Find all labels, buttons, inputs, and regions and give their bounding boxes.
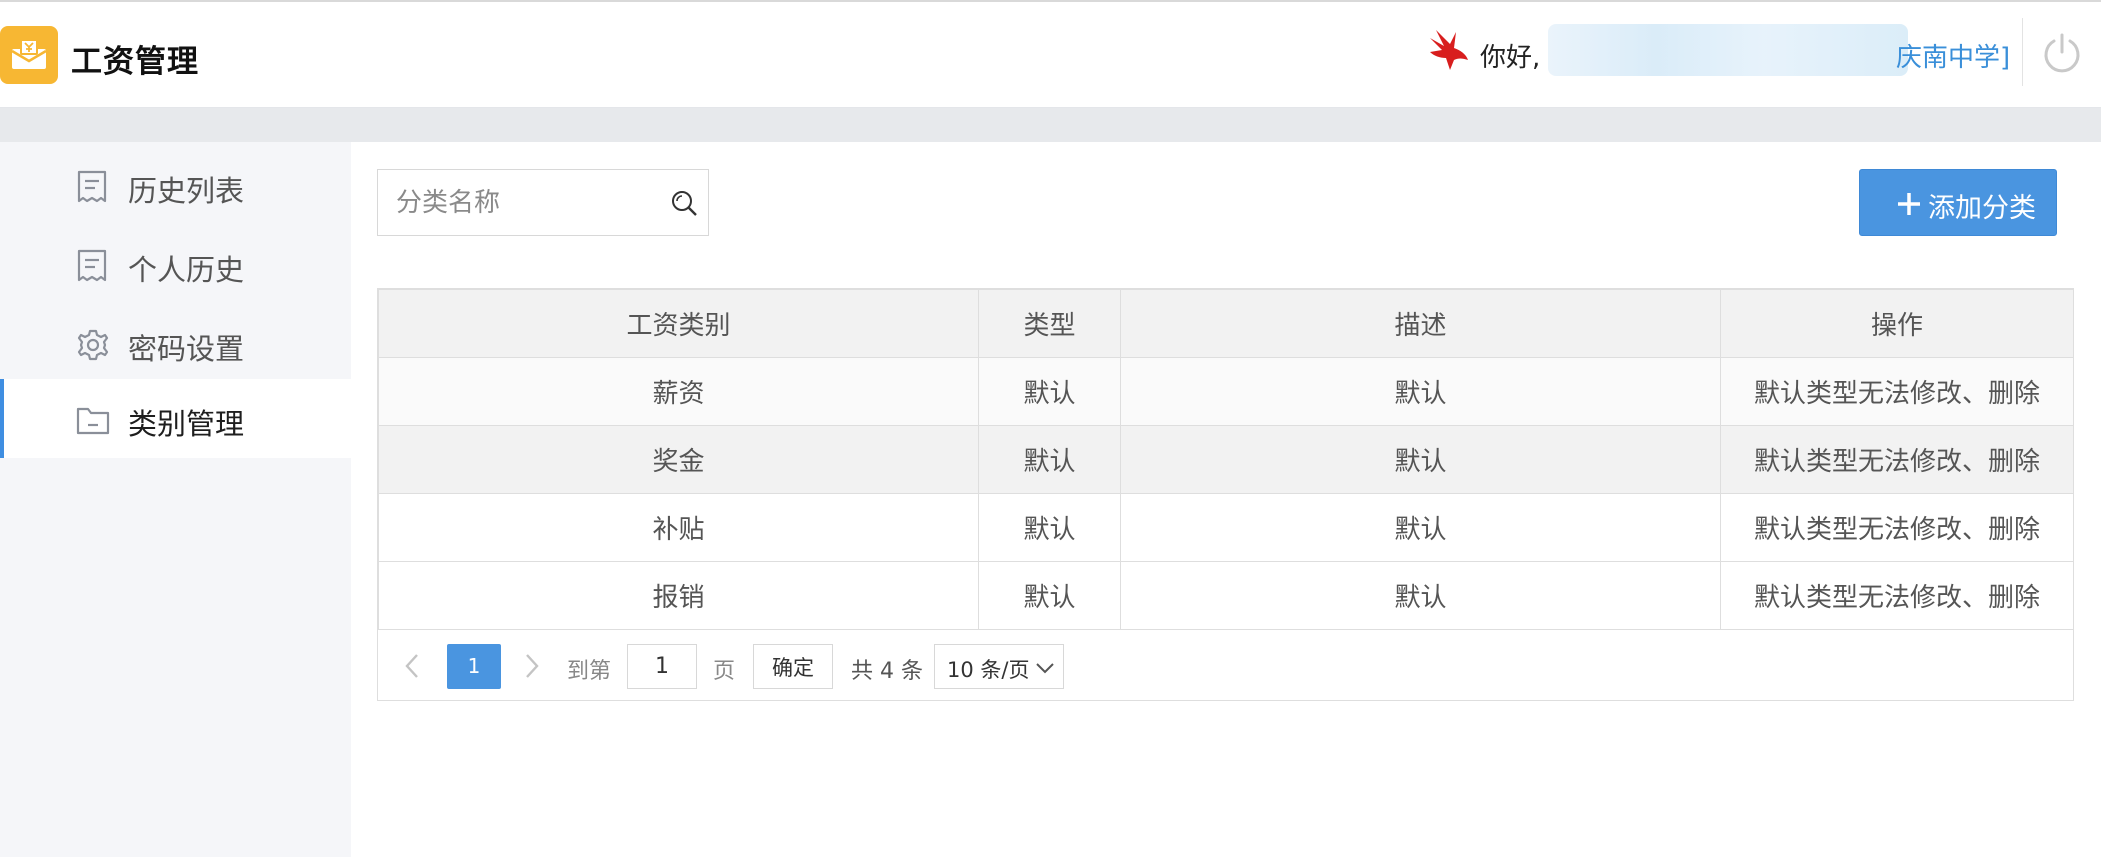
folder-icon	[76, 407, 110, 435]
cell-category: 薪资	[378, 357, 979, 426]
goto-page-input[interactable]	[627, 644, 697, 689]
school-name: 庆南中学]	[1896, 43, 2011, 73]
receipt-icon	[77, 170, 107, 203]
chevron-left-icon[interactable]	[404, 653, 420, 679]
sidebar-item-label: 类别管理	[128, 407, 245, 441]
cell-description: 默认	[1120, 425, 1721, 494]
column-header-actions: 操作	[1720, 289, 2074, 358]
column-header-description: 描述	[1120, 289, 1721, 358]
goto-confirm-button[interactable]: 确定	[753, 644, 833, 689]
page-label: 页	[713, 659, 736, 684]
table-row: 奖金 默认 默认 默认类型无法修改、删除	[378, 425, 2074, 494]
category-search-input[interactable]	[396, 184, 646, 222]
table-row: 补贴 默认 默认 默认类型无法修改、删除	[378, 493, 2074, 562]
cell-actions: 默认类型无法修改、删除	[1720, 493, 2074, 562]
sidebar-item-personal-history[interactable]: 个人历史	[0, 225, 351, 304]
app-logo[interactable]	[0, 26, 58, 84]
total-count: 共 4 条	[851, 659, 923, 684]
cell-actions: 默认类型无法修改、删除	[1720, 357, 2074, 426]
cell-actions: 默认类型无法修改、删除	[1720, 561, 2074, 630]
column-header-salary-category: 工资类别	[378, 289, 979, 358]
greeting-text: 你好,	[1480, 43, 1541, 73]
sidebar-item-category-management[interactable]: 类别管理	[0, 379, 351, 458]
column-header-type: 类型	[978, 289, 1121, 358]
cell-actions: 默认类型无法修改、删除	[1720, 425, 2074, 494]
pagination: 1 到第 页 确定 共 4 条 10 条/页	[378, 633, 2073, 700]
app-title: 工资管理	[71, 44, 199, 80]
cell-category: 补贴	[378, 493, 979, 562]
plus-icon	[1898, 193, 1920, 215]
receipt-icon	[77, 249, 107, 282]
table-row: 报销 默认 默认 默认类型无法修改、删除	[378, 561, 2074, 630]
redacted-username	[1548, 24, 1908, 76]
sidebar-item-label: 历史列表	[128, 174, 245, 208]
sidebar-item-history-list[interactable]: 历史列表	[0, 146, 351, 225]
cell-description: 默认	[1120, 561, 1721, 630]
table-row: 薪资 默认 默认 默认类型无法修改、删除	[378, 357, 2074, 426]
chevron-down-icon	[1036, 663, 1054, 674]
page-number-button[interactable]: 1	[447, 644, 501, 689]
gear-icon	[77, 329, 109, 361]
category-search-box	[377, 169, 709, 236]
sidebar-item-label: 密码设置	[128, 332, 245, 366]
cell-description: 默认	[1120, 493, 1721, 562]
cell-description: 默认	[1120, 357, 1721, 426]
chevron-right-icon[interactable]	[524, 653, 540, 679]
add-category-button[interactable]: 添加分类	[1859, 169, 2057, 236]
cell-type: 默认	[978, 425, 1121, 494]
cell-type: 默认	[978, 357, 1121, 426]
table-header-row: 工资类别 类型 描述 操作	[378, 289, 2074, 358]
power-icon[interactable]	[2040, 32, 2084, 76]
sidebar-item-label: 个人历史	[128, 253, 245, 287]
wallet-icon	[11, 39, 47, 69]
cell-type: 默认	[978, 493, 1121, 562]
header-divider	[2022, 18, 2023, 86]
top-header: 工资管理 你好, 庆南中学]	[0, 0, 2101, 108]
page-size-value: 10 条/页	[947, 658, 1030, 682]
add-category-label: 添加分类	[1928, 193, 2036, 224]
mascot-bird-icon	[1430, 30, 1468, 70]
header-band	[0, 108, 2101, 142]
sidebar: 历史列表 个人历史 密码设置 类别管理	[0, 142, 351, 857]
search-icon[interactable]	[670, 189, 700, 219]
category-table: 工资类别 类型 描述 操作 薪资 默认 默认 默认类型无法修改、删除 奖金 默认…	[378, 289, 2074, 630]
cell-type: 默认	[978, 561, 1121, 630]
sidebar-item-password-settings[interactable]: 密码设置	[0, 304, 351, 383]
page-size-select[interactable]: 10 条/页	[934, 644, 1064, 689]
cell-category: 报销	[378, 561, 979, 630]
cell-category: 奖金	[378, 425, 979, 494]
goto-label: 到第	[567, 659, 612, 684]
